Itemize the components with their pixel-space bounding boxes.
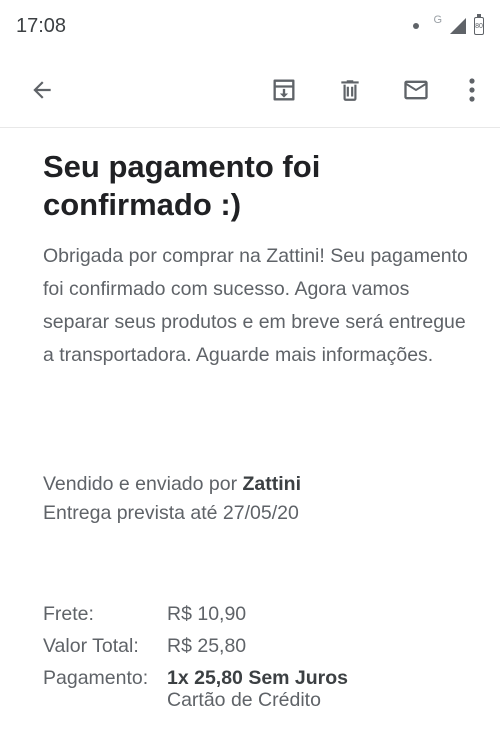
network-type-label: G <box>433 14 442 26</box>
email-body: Obrigada por comprar na Zattini! Seu pag… <box>43 245 468 366</box>
battery-icon: 80 <box>474 14 484 35</box>
payment-method: Cartão de Crédito <box>167 689 321 711</box>
signal-icon <box>450 18 466 34</box>
payment-value: 1x 25,80 Sem Juros <box>167 667 349 689</box>
frete-value: R$ 10,90 <box>167 603 247 625</box>
status-time: 17:08 <box>16 14 67 37</box>
back-button[interactable] <box>20 68 64 112</box>
total-value: R$ 25,80 <box>167 635 247 657</box>
order-summary: Frete: R$ 10,90 Valor Total: R$ 25,80 Pa… <box>43 598 348 710</box>
status-bar: 17:08 G 80 <box>0 0 500 52</box>
delivery-estimate: Entrega prevista até 27/05/20 <box>43 502 299 524</box>
mark-unread-button[interactable] <box>394 68 438 112</box>
toolbar <box>0 52 500 128</box>
seller-name: Zattini <box>242 473 302 495</box>
seller-prefix: Vendido e enviado por <box>43 473 238 495</box>
arrow-back-icon <box>33 80 51 99</box>
mail-icon <box>404 80 428 99</box>
email-title: Seu pagamento foi confirmado :) <box>43 149 321 222</box>
trash-icon <box>341 79 359 101</box>
summary-row-frete: Frete: R$ 10,90 <box>43 598 348 630</box>
more-vert-icon <box>469 77 475 102</box>
archive-icon <box>273 79 295 100</box>
payment-label: Pagamento: <box>43 667 149 689</box>
frete-label: Frete: <box>43 603 94 625</box>
total-label: Valor Total: <box>43 635 139 657</box>
archive-button[interactable] <box>262 68 306 112</box>
seller-info: Vendido e enviado por Zattini Entrega pr… <box>43 470 301 528</box>
delete-button[interactable] <box>328 68 372 112</box>
email-content: Seu pagamento foi confirmado :) Obrigada… <box>43 130 468 372</box>
battery-level: 80 <box>475 22 483 30</box>
more-options-button[interactable] <box>460 68 484 112</box>
status-icons: G 80 <box>413 14 484 35</box>
notification-dot-icon <box>413 23 420 29</box>
summary-row-total: Valor Total: R$ 25,80 <box>43 630 348 662</box>
